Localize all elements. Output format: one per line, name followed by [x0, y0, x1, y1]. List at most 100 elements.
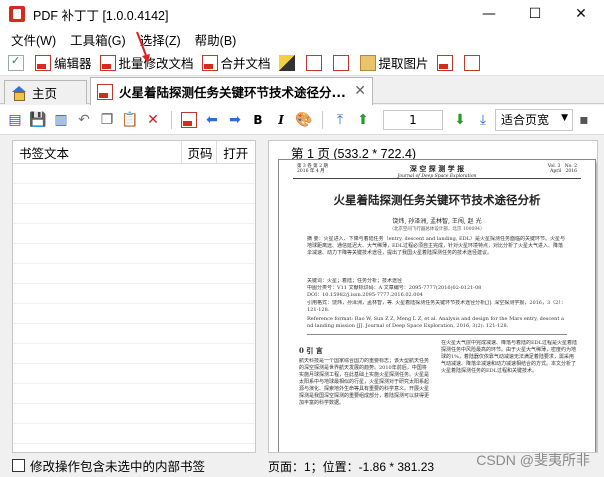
bookmark-edit-button[interactable]: ▥	[50, 109, 72, 131]
arrow-left-button[interactable]: ⬅	[201, 109, 223, 131]
body-column-right: 在火星大气层中完成减速、降落与着陆的EDL过程是火星着陆探测任务中风险最高的环节…	[441, 340, 577, 374]
title-bar: PDF 补丁丁 [1.0.0.4142] — ☐ ✕	[0, 0, 604, 28]
main-toolbar: 编辑器 批量修改文档 合并文档 提取图片	[0, 50, 604, 76]
bookmark-panel[interactable]: 书签文本 页码 打开	[12, 140, 256, 453]
document-icon	[463, 54, 480, 71]
paper-title: 火星着陆探测任务关键环节技术途径分析	[333, 193, 541, 207]
table-row[interactable]	[13, 244, 255, 264]
paper-authors: 饶炜, 孙泽洲, 孟林智, 王闯, 赵 光	[392, 218, 482, 225]
delete-button[interactable]: ✕	[142, 109, 164, 131]
column-header-page[interactable]: 页码	[182, 141, 218, 163]
editor-button[interactable]: 编辑器	[35, 53, 92, 72]
doc-tool-button-3[interactable]	[463, 54, 483, 71]
paper-doi: DOI：10.15982/j.issn.2095-7777.2016.02.00…	[307, 292, 423, 298]
viewer-toolbar: ▤ 💾 ▥ ↶ ❐ 📋 ✕ ⬅ ➡ B I 🎨 ⤒ ⬆ 1 ⬇ ⤓ 适合页宽 ▼…	[0, 105, 604, 135]
prev-page-button[interactable]: ⬆	[352, 109, 374, 131]
paste-button[interactable]: 📋	[119, 109, 141, 131]
bookmark-header: 书签文本 页码 打开	[13, 141, 255, 164]
page-number-input[interactable]: 1	[383, 109, 443, 130]
section-heading: 0 引 言	[299, 346, 323, 355]
doc-tool-button-2[interactable]	[332, 54, 352, 71]
paper-affiliation: （北京空间飞行器总体设计部，北京 100094）	[389, 227, 485, 232]
merge-button[interactable]: 合并文档	[201, 53, 271, 72]
document-button[interactable]	[178, 109, 200, 131]
extract-images-button[interactable]: 提取图片	[359, 53, 429, 72]
table-row[interactable]	[13, 424, 255, 444]
paper-keywords: 关键词：火星；着陆；任务分析；技术途径	[307, 278, 403, 284]
tab-home-label: 主页	[32, 86, 58, 101]
paper-reference: Reference format: Rao W, Sun Z Z, Meng L…	[307, 316, 564, 329]
first-page-button[interactable]: ⤒	[329, 109, 351, 131]
copy-button[interactable]: ❐	[96, 109, 118, 131]
paper-classification: 中图分类号：V11 文献标识码：A 文章编号：2095-7777(2016)02…	[307, 285, 482, 291]
maximize-button[interactable]: ☐	[512, 0, 558, 28]
extract-images-label: 提取图片	[378, 57, 429, 71]
paper-citation: 引用格式：饶炜，孙泽洲，孟林智，等. 火星着陆探测任务关键环节技术途径分析[J]…	[307, 300, 566, 313]
pdf-icon	[97, 83, 113, 100]
chevron-down-icon: ▼	[561, 112, 568, 123]
undo-button[interactable]: ↶	[73, 109, 95, 131]
menu-toolbox[interactable]: 工具箱(G)	[63, 30, 133, 49]
zoom-select[interactable]: 适合页宽 ▼	[495, 108, 573, 131]
table-row[interactable]	[13, 164, 255, 184]
doc-tool-button-1[interactable]	[305, 54, 325, 71]
column-header-text[interactable]: 书签文本	[13, 141, 182, 163]
close-button[interactable]: ✕	[558, 0, 604, 28]
table-row[interactable]	[13, 264, 255, 284]
pdf-editor-icon	[35, 54, 51, 71]
page-preview-panel[interactable]: 第 1 页 (533.2 * 722.4) 第 3 卷 第 2 期 2016 年…	[268, 140, 598, 453]
tab-close-icon[interactable]: ✕	[354, 83, 366, 99]
menu-file[interactable]: 文件(W)	[4, 30, 63, 49]
table-row[interactable]	[13, 224, 255, 244]
minimize-button[interactable]: —	[466, 0, 512, 28]
color-button[interactable]: 🎨	[293, 109, 315, 131]
next-page-button[interactable]: ⬇	[449, 109, 471, 131]
window-title: PDF 补丁丁 [1.0.0.4142]	[33, 8, 169, 23]
table-row[interactable]	[13, 384, 255, 404]
tab-bar: 主页 火星着陆探测任务关键环节技术途径分... ✕	[0, 77, 604, 105]
tab-document-label: 火星着陆探测任务关键环节技术途径分...	[119, 85, 346, 100]
bold-button[interactable]: B	[247, 109, 269, 131]
watermark: CSDN @斐夷所非	[476, 452, 590, 468]
more-button[interactable]: ▪	[573, 109, 595, 131]
document-icon	[332, 54, 349, 71]
table-row[interactable]	[13, 184, 255, 204]
app-logo-icon	[9, 6, 25, 22]
arrow-right-button[interactable]: ➡	[224, 109, 246, 131]
include-unselected-label: 修改操作包含未选中的内部书签	[30, 459, 206, 474]
table-row[interactable]	[13, 364, 255, 384]
tab-home[interactable]: 主页	[4, 80, 87, 104]
app-window: PDF 补丁丁 [1.0.0.4142] — ☐ ✕ 文件(W) 工具箱(G) …	[0, 0, 604, 477]
wand-icon	[278, 54, 295, 71]
wand-button[interactable]	[278, 54, 298, 71]
header-rule	[293, 178, 581, 179]
document-icon	[305, 54, 322, 71]
status-position: 页面：1；位置：-1.86 * 381.23	[268, 460, 435, 474]
menu-bar: 文件(W) 工具箱(G) 选择(Z) 帮助(B)	[0, 28, 604, 50]
save-button[interactable]: 💾	[27, 109, 49, 131]
toolbar-divider	[171, 110, 172, 129]
table-row[interactable]	[13, 284, 255, 304]
image-icon	[359, 54, 376, 71]
menu-help[interactable]: 帮助(B)	[188, 30, 244, 49]
abstract-rule	[307, 334, 567, 335]
include-unselected-checkbox[interactable]	[12, 459, 25, 472]
italic-button[interactable]: I	[270, 109, 292, 131]
checklist-button[interactable]	[8, 54, 27, 71]
tab-document[interactable]: 火星着陆探测任务关键环节技术途径分... ✕	[90, 77, 373, 105]
bookmark-menu-button[interactable]: ▤	[4, 109, 26, 131]
body-column-left: 航天科技是一个国家综合国力的重要标志；该大型航天任务的深空探测是世界航天发展的趋…	[299, 358, 430, 406]
table-row[interactable]	[13, 324, 255, 344]
pdf-tool-button[interactable]	[436, 54, 456, 71]
table-row[interactable]	[13, 404, 255, 424]
last-page-button[interactable]: ⤓	[472, 109, 494, 131]
merge-label: 合并文档	[220, 57, 271, 71]
batch-edit-label: 批量修改文档	[118, 57, 194, 71]
column-header-open[interactable]: 打开	[217, 141, 255, 163]
zoom-value: 适合页宽	[501, 113, 550, 127]
table-row[interactable]	[13, 344, 255, 364]
include-unselected-option[interactable]: 修改操作包含未选中的内部书签	[12, 456, 205, 475]
editor-label: 编辑器	[54, 57, 92, 71]
table-row[interactable]	[13, 204, 255, 224]
table-row[interactable]	[13, 304, 255, 324]
